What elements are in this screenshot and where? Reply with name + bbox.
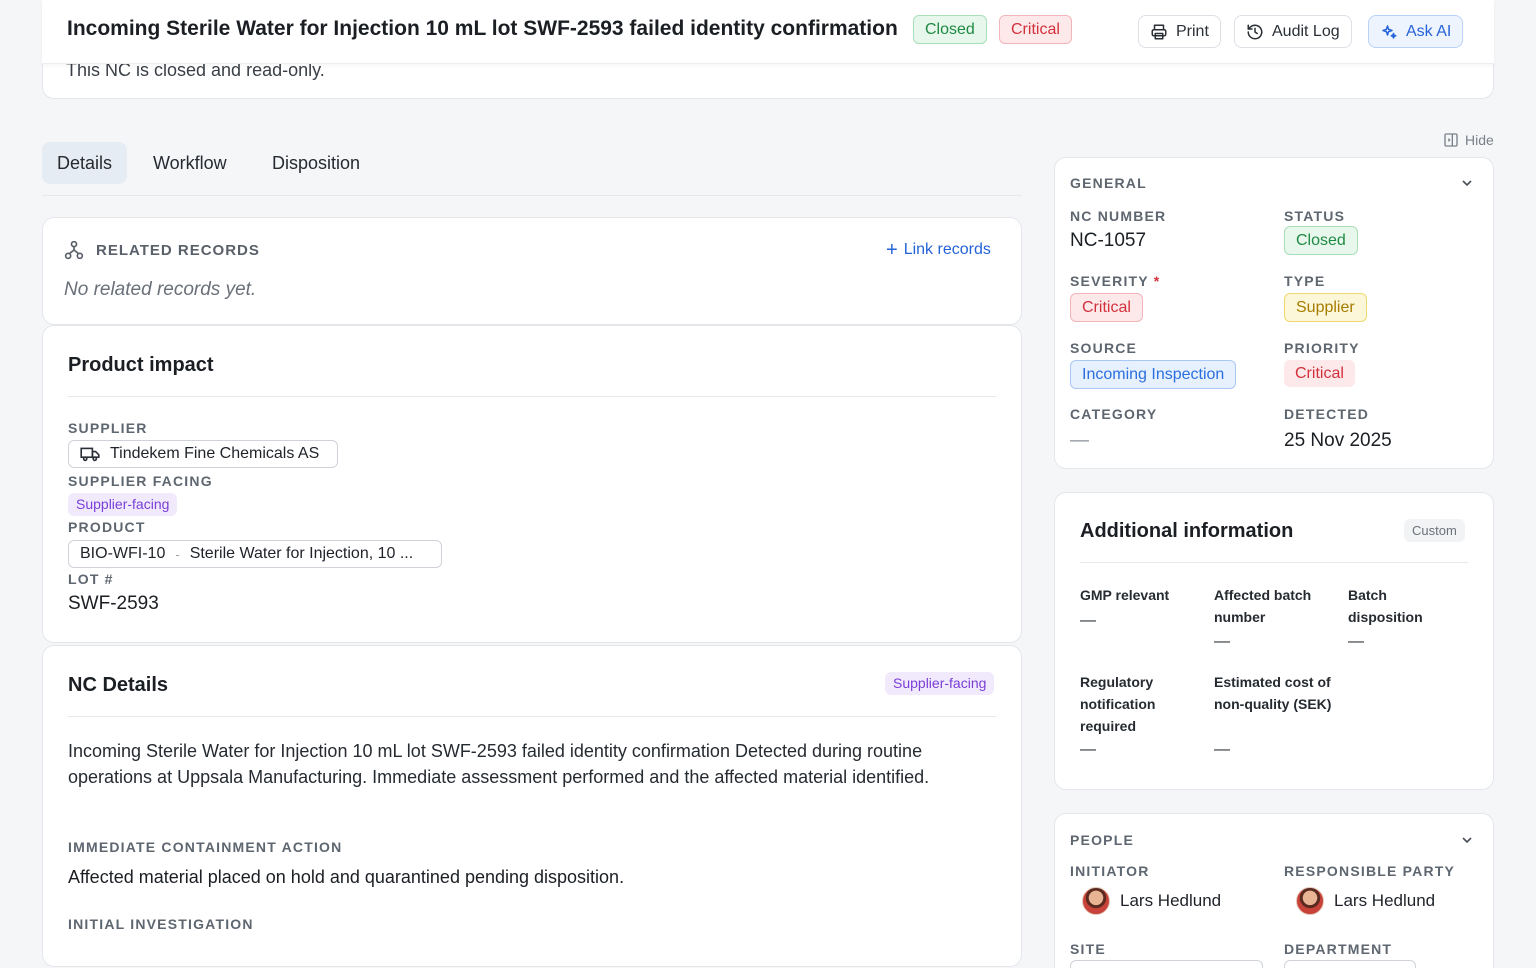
supplier-chip[interactable]: Tindekem Fine Chemicals AS (68, 440, 338, 468)
supplier-label: SUPPLIER (68, 420, 148, 436)
supplier-facing-label: SUPPLIER FACING (68, 473, 213, 489)
priority-label: PRIORITY (1284, 340, 1360, 356)
supplier-value: Tindekem Fine Chemicals AS (110, 445, 320, 462)
people-section-label: PEOPLE (1070, 832, 1134, 848)
ask-ai-button[interactable]: Ask AI (1368, 15, 1464, 48)
responsible-name: Lars Hedlund (1334, 891, 1436, 910)
hide-label: Hide (1465, 132, 1494, 148)
related-records-empty: No related records yet. (64, 279, 257, 300)
affected-batch-label: Affected batch number (1214, 587, 1312, 625)
detected-label: DETECTED (1284, 406, 1370, 422)
additional-info-title: Additional information (1080, 520, 1294, 542)
sparkle-icon (1382, 24, 1397, 39)
nc-number-label: NC NUMBER (1070, 208, 1167, 224)
product-name: Sterile Water for Injection, 10 ... (189, 545, 414, 562)
gmp-relevant-value[interactable]: — (1080, 612, 1096, 630)
priority-value-badge[interactable]: Critical (1284, 360, 1355, 388)
type-value-badge[interactable]: Supplier (1284, 293, 1367, 323)
related-records-card (42, 217, 1022, 325)
tabs-divider (42, 195, 1022, 196)
audit-log-button[interactable]: Audit Log (1234, 15, 1352, 48)
avatar (1296, 887, 1324, 915)
history-icon (1247, 24, 1263, 39)
page-title: Incoming Sterile Water for Injection 10 … (67, 17, 898, 40)
product-impact-divider (68, 396, 996, 397)
regulatory-notification-value[interactable]: — (1080, 741, 1096, 759)
chevron-down-icon[interactable] (1459, 832, 1475, 848)
responsible-person[interactable]: Lars Hedlund (1296, 887, 1435, 915)
ask-ai-label: Ask AI (1406, 22, 1452, 40)
site-label: SITE (1070, 941, 1106, 957)
nc-details-divider (68, 716, 996, 717)
general-section-label: GENERAL (1070, 175, 1147, 191)
lot-value: SWF-2593 (68, 593, 159, 614)
initiator-label: INITIATOR (1070, 863, 1150, 879)
printer-icon (1151, 24, 1167, 39)
regulatory-notification-label: Regulatory notification required (1080, 674, 1156, 734)
estimated-cost-label: Estimated cost of non-quality (SEK) (1214, 674, 1332, 712)
avatar (1082, 887, 1110, 915)
print-label: Print (1176, 22, 1209, 40)
link-records-button[interactable]: + Link records (886, 240, 991, 260)
category-label: CATEGORY (1070, 406, 1158, 422)
investigation-label: INITIAL INVESTIGATION (68, 916, 254, 932)
initiator-person[interactable]: Lars Hedlund (1082, 887, 1221, 915)
tab-disposition[interactable]: Disposition (257, 142, 375, 184)
batch-disposition-value[interactable]: — (1348, 633, 1364, 651)
severity-badge: Critical (999, 15, 1072, 45)
product-impact-title: Product impact (68, 354, 214, 376)
link-records-label: Link records (903, 241, 991, 258)
nc-description: Incoming Sterile Water for Injection 10 … (68, 741, 930, 787)
supplier-facing-badge: Supplier-facing (68, 493, 178, 516)
source-label: SOURCE (1070, 340, 1138, 356)
hide-panel-button[interactable]: Hide (1443, 132, 1494, 148)
containment-value: Affected material placed on hold and qua… (68, 867, 625, 887)
site-field[interactable] (1070, 960, 1263, 968)
lot-label: LOT # (68, 571, 114, 587)
status-label: STATUS (1284, 208, 1346, 224)
product-code: BIO-WFI-10 (80, 545, 166, 562)
gmp-relevant-label: GMP relevant (1080, 587, 1170, 603)
product-chip[interactable]: BIO-WFI-10 - Sterile Water for Injection… (68, 540, 442, 568)
required-marker: * (1153, 273, 1161, 289)
print-button[interactable]: Print (1138, 15, 1221, 48)
type-label: TYPE (1284, 273, 1326, 289)
nc-details-title: NC Details (68, 674, 169, 696)
status-value-badge: Closed (1284, 226, 1358, 256)
audit-log-label: Audit Log (1272, 22, 1340, 40)
plus-icon: + (886, 239, 898, 261)
chevron-down-icon[interactable] (1459, 175, 1475, 191)
initiator-name: Lars Hedlund (1120, 891, 1222, 910)
truck-icon (80, 447, 100, 462)
affected-batch-value[interactable]: — (1214, 633, 1230, 651)
tab-details[interactable]: Details (42, 142, 128, 184)
responsible-label: RESPONSIBLE PARTY (1284, 863, 1456, 879)
batch-disposition-label: Batch disposition (1348, 587, 1423, 625)
source-value-badge[interactable]: Incoming Inspection (1070, 360, 1237, 390)
status-badge: Closed (913, 15, 987, 45)
additional-info-divider (1080, 562, 1468, 563)
nc-supplier-facing-badge: Supplier-facing (885, 672, 995, 695)
severity-label-text: SEVERITY (1070, 273, 1149, 289)
detected-value: 25 Nov 2025 (1284, 430, 1392, 451)
related-records-label: RELATED RECORDS (96, 241, 260, 259)
network-icon (64, 240, 84, 260)
containment-label: IMMEDIATE CONTAINMENT ACTION (68, 839, 343, 855)
severity-value-badge[interactable]: Critical (1070, 293, 1143, 323)
department-label: DEPARTMENT (1284, 941, 1393, 957)
tab-workflow[interactable]: Workflow (138, 142, 242, 184)
category-value[interactable]: — (1070, 430, 1089, 452)
estimated-cost-value[interactable]: — (1214, 741, 1230, 759)
related-records-header: RELATED RECORDS (64, 240, 260, 260)
department-field[interactable] (1284, 960, 1416, 968)
nc-number-value: NC-1057 (1070, 230, 1147, 251)
severity-label: SEVERITY * (1070, 273, 1160, 289)
product-separator: - (175, 546, 180, 562)
product-label: PRODUCT (68, 519, 146, 535)
custom-badge: Custom (1404, 519, 1465, 542)
panel-icon (1444, 133, 1458, 147)
